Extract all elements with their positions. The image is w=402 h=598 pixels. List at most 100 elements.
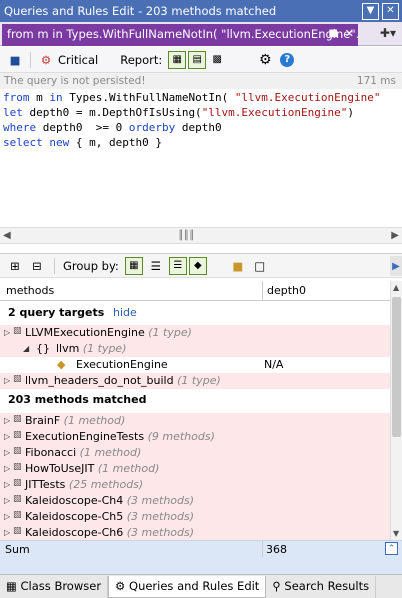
pin-icon[interactable]: ▼ [362, 2, 379, 20]
expand-triangle-icon[interactable]: ▷ [4, 496, 10, 505]
hide-link[interactable]: hide [113, 306, 137, 319]
window-titlebar: Queries and Rules Edit - 203 methods mat… [0, 0, 402, 22]
collapse-all-icon[interactable]: ⊟ [28, 257, 46, 275]
settings-gear-icon[interactable]: ⚙ [256, 51, 274, 69]
table-row[interactable]: ▷ ▧ Fibonacci (1 method) [0, 445, 390, 461]
table-row[interactable]: ▷ ▧ JITTests (25 methods) [0, 477, 390, 493]
expand-triangle-icon[interactable]: ▷ [4, 432, 10, 441]
scroll-right-icon[interactable]: ▶ [391, 230, 399, 241]
row-note: (3 methods) [126, 526, 195, 539]
row-note: (25 methods) [68, 478, 144, 491]
toolbar-divider [54, 257, 55, 274]
table-row[interactable]: ▷ ▧ BrainF (1 method) [0, 413, 390, 429]
document-icon[interactable]: □ [251, 257, 269, 275]
folder-icon[interactable]: ■ [229, 257, 247, 275]
class-icon: ◆ [57, 358, 66, 371]
bottom-tab-bar: ▦ Class Browser ⚙ Queries and Rules Edit… [0, 574, 402, 598]
new-tab-dropdown-icon[interactable]: ✚▾ [380, 26, 396, 40]
row-name: Kaleidoscope-Ch4 [25, 494, 124, 507]
section-title: 2 query targets [8, 306, 105, 319]
sum-value: 368 [266, 543, 287, 556]
critical-toggle[interactable]: Critical [58, 53, 98, 67]
group-by-member-icon[interactable]: ◆ [188, 256, 207, 275]
tab-class-browser[interactable]: ▦ Class Browser [0, 575, 109, 598]
scroll-left-icon[interactable]: ◀ [3, 230, 11, 241]
query-tab[interactable]: from m in Types.WithFullNameNotIn( "llvm… [2, 24, 358, 46]
tab-close-icon[interactable]: ✕ [345, 27, 354, 40]
column-separator [262, 541, 263, 557]
table-row[interactable]: ▷ ▧ ExecutionEngineTests (9 methods) [0, 429, 390, 445]
row-name: Kaleidoscope-Ch6 [25, 526, 124, 539]
assembly-icon: ▧ [13, 462, 22, 472]
expand-triangle-icon[interactable]: ▷ [4, 480, 10, 489]
table-row[interactable]: ▷ ▧ Kaleidoscope-Ch6 (3 methods) [0, 525, 390, 540]
sum-label: Sum [5, 543, 30, 556]
table-row[interactable]: ▷ ▧ Kaleidoscope-Ch4 (3 methods) [0, 493, 390, 509]
query-toolbar: ■ ⚙ Critical Report: ▦ ▤ ▩ ⚙ ? [0, 47, 402, 73]
table-row[interactable]: ◆ ExecutionEngine N/A [0, 357, 390, 373]
critical-rule-icon[interactable]: ⚙ [37, 51, 55, 69]
scroll-down-icon[interactable]: ▼ [393, 529, 399, 538]
row-note: (1 method) [97, 462, 160, 475]
toolbar-divider [30, 51, 31, 68]
assembly-icon: ▧ [13, 494, 22, 504]
query-time: 171 ms [356, 75, 396, 87]
expand-triangle-icon[interactable]: ▷ [4, 528, 10, 537]
code-line-3: where depth0 >= 0 orderby depth0 [3, 121, 222, 134]
row-name: HowToUseJIT [25, 462, 95, 475]
expand-triangle-icon[interactable]: ▷ [4, 464, 10, 473]
table-row[interactable]: ▷ ▧ llvm_headers_do_not_build (1 type) [0, 373, 390, 389]
row-note: (1 method) [79, 446, 142, 459]
scroll-thumb-grip-icon[interactable]: ║║║ [178, 231, 194, 241]
assembly-icon: ▧ [13, 526, 22, 536]
tab-search-results[interactable]: ⚲ Search Results [266, 575, 377, 598]
row-name: LLVMExecutionEngine [25, 326, 145, 339]
scroll-up-icon[interactable]: ▲ [393, 283, 399, 292]
report-list-icon[interactable]: ▤ [188, 50, 207, 69]
expand-triangle-icon[interactable]: ▷ [4, 416, 10, 425]
class-browser-icon: ▦ [6, 578, 21, 593]
help-icon[interactable]: ? [280, 52, 295, 67]
query-editor[interactable]: from m in Types.WithFullNameNotIn( "llvm… [0, 90, 402, 227]
column-separator[interactable] [262, 281, 263, 300]
code-line-2: let depth0 = m.DepthOfIsUsing("llvm.Exec… [3, 106, 355, 119]
group-by-type-icon[interactable]: ☰ [168, 256, 187, 275]
tab-pin-icon[interactable]: ■ [329, 28, 338, 39]
save-icon[interactable]: ■ [6, 51, 24, 69]
row-name: BrainF [25, 414, 61, 427]
pane-splitter[interactable] [0, 244, 402, 254]
collapse-triangle-icon[interactable]: ◢ [23, 344, 29, 353]
table-row[interactable]: ◢ {} llvm (1 type) [0, 341, 390, 357]
close-icon[interactable]: ✕ [382, 2, 399, 20]
table-row[interactable]: ▷ ▧ LLVMExecutionEngine (1 type) [0, 325, 390, 341]
expand-triangle-icon[interactable]: ▷ [4, 328, 10, 337]
collapse-up-icon[interactable]: ⌃ [385, 542, 398, 555]
group-by-namespace-icon[interactable]: ☰ [147, 257, 165, 275]
column-header-methods[interactable]: methods [6, 284, 54, 297]
group-by-assembly-icon[interactable]: ▦ [124, 256, 143, 275]
editor-horizontal-scrollbar[interactable]: ◀ ║║║ ▶ [0, 227, 402, 244]
scroll-thumb[interactable] [392, 297, 401, 437]
column-header-depth0[interactable]: depth0 [267, 284, 306, 297]
report-label: Report: [120, 52, 163, 67]
code-line-1: from m in Types.WithFullNameNotIn( "llvm… [3, 91, 381, 104]
expand-all-icon[interactable]: ⊞ [6, 257, 24, 275]
results-grid-header: methods depth0 [0, 281, 402, 301]
section-header-query-targets: 2 query targets hide [0, 303, 390, 323]
report-export-icon[interactable]: ▩ [208, 51, 226, 69]
results-vertical-scrollbar[interactable]: ▲ ▼ [390, 281, 402, 540]
row-name: Fibonacci [25, 446, 77, 459]
row-note: (1 type) [177, 374, 221, 387]
expand-triangle-icon[interactable]: ▷ [4, 512, 10, 521]
expand-triangle-icon[interactable]: ▷ [4, 376, 10, 385]
toolbar-overflow-icon[interactable]: ▶ [390, 256, 402, 276]
table-row[interactable]: ▷ ▧ Kaleidoscope-Ch5 (3 methods) [0, 509, 390, 525]
search-icon: ⚲ [272, 578, 285, 593]
tab-queries-and-rules-edit[interactable]: ⚙ Queries and Rules Edit [108, 575, 267, 598]
row-name: llvm_headers_do_not_build [25, 374, 174, 387]
expand-triangle-icon[interactable]: ▷ [4, 448, 10, 457]
report-grid-icon[interactable]: ▦ [168, 50, 187, 69]
table-row[interactable]: ▷ ▧ HowToUseJIT (1 method) [0, 461, 390, 477]
assembly-icon: ▧ [13, 430, 22, 440]
group-by-label: Group by: [63, 258, 119, 273]
